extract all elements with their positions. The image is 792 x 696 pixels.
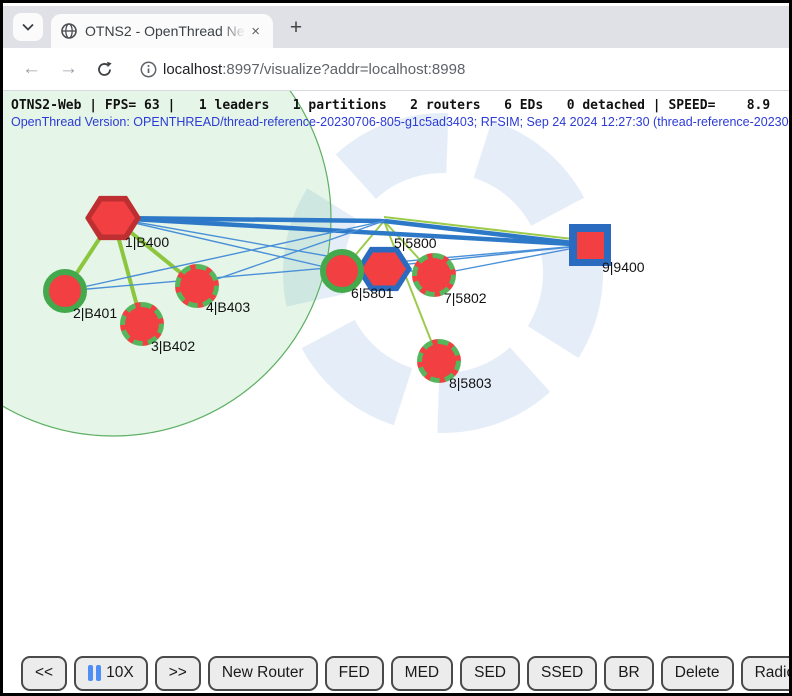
- browser-toolbar: ← → localhost:8997/visualize?addr=localh…: [3, 48, 789, 91]
- node-label: 8|5803: [449, 375, 492, 391]
- node-label: 3|B402: [151, 338, 195, 354]
- button-label: New Router: [222, 664, 304, 682]
- button-label: Radio Off: [755, 664, 789, 682]
- node-core: [362, 251, 406, 287]
- reload-icon: [96, 61, 113, 78]
- new-router-button[interactable]: New Router: [208, 656, 318, 691]
- button-label: MED: [405, 664, 439, 682]
- tab-close-icon[interactable]: ×: [246, 22, 265, 41]
- action-toolbar: << 10X >> New Router FED MED SED SSED BR Delete Ra…: [3, 649, 789, 693]
- address-bar[interactable]: localhost:8997/visualize?addr=localhost:…: [163, 61, 465, 78]
- delete-button[interactable]: Delete: [661, 656, 734, 691]
- new-tab-button[interactable]: +: [281, 13, 311, 43]
- button-label: <<: [35, 664, 53, 682]
- status-bar: OTNS2-Web | FPS= 63 | 1 leaders 1 partit…: [11, 98, 770, 113]
- node-label: 9|9400: [602, 259, 645, 275]
- info-icon: [140, 61, 157, 78]
- med-button[interactable]: MED: [391, 656, 453, 691]
- forward-button[interactable]: →: [59, 58, 78, 80]
- reload-button[interactable]: [96, 61, 113, 78]
- tab-title: OTNS2 - OpenThread Ne: [85, 23, 246, 39]
- button-label: SED: [474, 664, 506, 682]
- tab-strip: OTNS2 - OpenThread Ne × +: [3, 6, 789, 48]
- node-label: 6|5801: [351, 285, 394, 301]
- node-label: 4|B403: [206, 299, 250, 315]
- node-label: 5|5800: [394, 235, 437, 251]
- window-frame: OTNS2 - OpenThread Ne × + ← →: [0, 0, 792, 696]
- button-label: 10X: [106, 664, 134, 682]
- radio-off-button[interactable]: Radio Off: [741, 656, 789, 691]
- simulation-canvas[interactable]: OTNS2-Web | FPS= 63 | 1 leaders 1 partit…: [3, 91, 789, 649]
- chevron-down-icon: [22, 23, 34, 31]
- ssed-button[interactable]: SSED: [527, 656, 597, 691]
- node-label: 2|B401: [73, 305, 117, 321]
- node-label: 1|B400: [125, 234, 169, 250]
- node-core: [577, 232, 604, 259]
- tab-search-button[interactable]: [13, 13, 43, 41]
- version-line: OpenThread Version: OPENTHREAD/thread-re…: [11, 115, 789, 129]
- node-label: 7|5802: [444, 290, 487, 306]
- step-back-button[interactable]: <<: [21, 656, 67, 691]
- back-button[interactable]: ←: [22, 58, 41, 80]
- br-button[interactable]: BR: [604, 656, 654, 691]
- step-forward-button[interactable]: >>: [155, 656, 201, 691]
- button-label: FED: [339, 664, 370, 682]
- button-label: SSED: [541, 664, 583, 682]
- network-graph: [3, 91, 789, 649]
- pause-icon: [88, 665, 101, 681]
- fed-button[interactable]: FED: [325, 656, 384, 691]
- site-info-button[interactable]: [140, 61, 157, 78]
- sed-button[interactable]: SED: [460, 656, 520, 691]
- globe-favicon-icon: [61, 23, 77, 39]
- speed-pause-button[interactable]: 10X: [74, 656, 148, 691]
- button-label: BR: [618, 664, 640, 682]
- browser-tab[interactable]: OTNS2 - OpenThread Ne ×: [51, 14, 273, 48]
- button-label: >>: [169, 664, 187, 682]
- button-label: Delete: [675, 664, 720, 682]
